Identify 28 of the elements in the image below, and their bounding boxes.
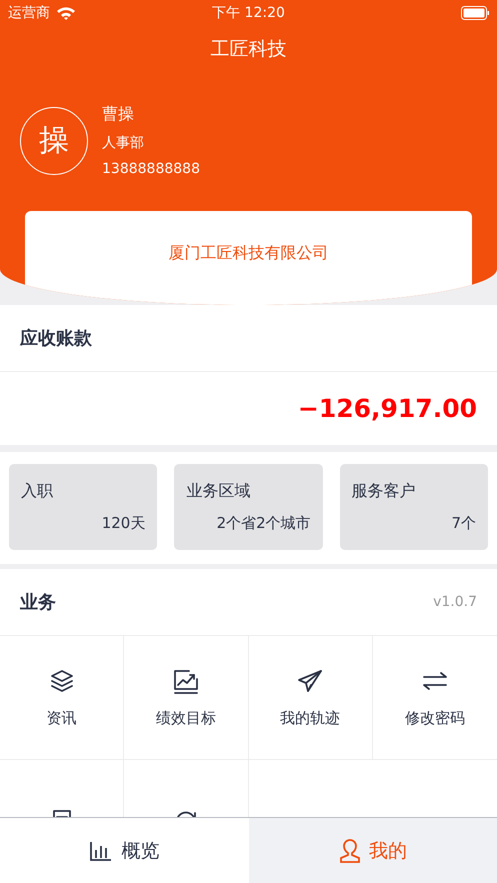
stat-label: 服务客户	[352, 481, 416, 502]
user-icon	[338, 838, 361, 864]
status-time: 下午 12:20	[211, 4, 286, 22]
wifi-icon	[56, 6, 76, 20]
paper-plane-icon	[296, 667, 324, 695]
carrier-name: 运营商	[8, 4, 50, 22]
menu-item[interactable]: 修改密码	[372, 636, 497, 760]
version-label: v1.0.7	[433, 594, 477, 610]
stat-label: 入职	[21, 481, 53, 502]
receivable-amount: −126,917.00	[298, 394, 477, 423]
user-name: 曹操	[102, 104, 134, 125]
section-title: 应收账款	[20, 327, 92, 350]
stat-value: 2个省2个城市	[216, 514, 311, 533]
company-name: 厦门工匠科技有限公司	[168, 243, 328, 264]
stat-value: 7个	[451, 514, 476, 533]
avatar: 操	[20, 106, 88, 174]
stat-value: 120天	[102, 514, 146, 533]
battery-icon	[461, 6, 489, 20]
phone-number: 13888888888	[102, 161, 200, 177]
department: 人事部	[102, 134, 144, 152]
menu-item[interactable]: 我的轨迹	[248, 636, 373, 760]
menu-item[interactable]: 绩效目标	[124, 636, 248, 760]
stat-label: 业务区域	[186, 481, 250, 502]
section-title: 业务	[20, 591, 56, 614]
chart-icon	[172, 667, 200, 695]
page-title: 工匠科技	[210, 37, 286, 62]
menu-item[interactable]: 资讯	[0, 636, 124, 760]
bar-chart-icon	[89, 840, 114, 862]
